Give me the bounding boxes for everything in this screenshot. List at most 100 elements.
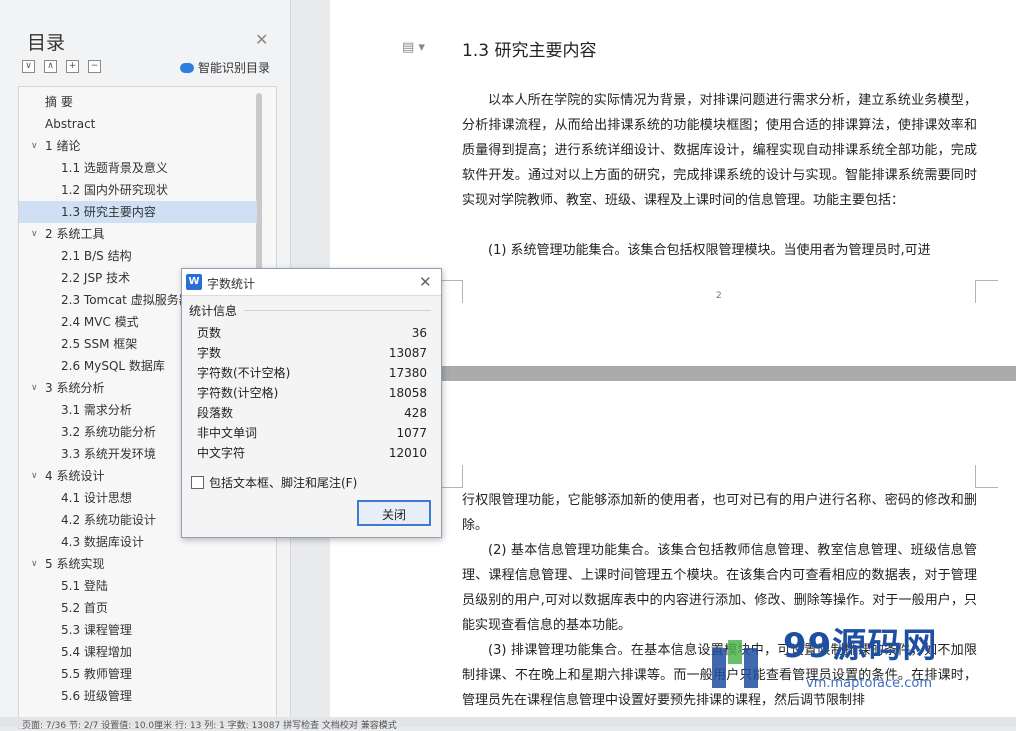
page-corner-mark bbox=[975, 465, 998, 488]
toc-item[interactable]: Abstract bbox=[19, 113, 257, 135]
chevron-down-icon[interactable]: ∨ bbox=[31, 465, 38, 487]
toc-item[interactable]: 2.1 B/S 结构 bbox=[19, 245, 257, 267]
watermark-url: vm.maptoface.com bbox=[806, 676, 933, 691]
toc-item-label: 1 绪论 bbox=[45, 139, 81, 153]
toc-item-label: 4.1 设计思想 bbox=[61, 491, 132, 505]
close-icon[interactable]: ✕ bbox=[419, 273, 432, 291]
toc-item[interactable]: 1.1 选题背景及意义 bbox=[19, 157, 257, 179]
page-number: 2 bbox=[716, 291, 722, 301]
dialog-title: 字数统计 bbox=[207, 277, 256, 291]
smart-recognize-button[interactable]: 智能识别目录 bbox=[180, 59, 270, 76]
toc-item[interactable]: 1.2 国内外研究现状 bbox=[19, 179, 257, 201]
toc-item-label: 1.1 选题背景及意义 bbox=[61, 161, 168, 175]
toc-item-label: 3.2 系统功能分析 bbox=[61, 425, 156, 439]
toc-item-label: 5.2 首页 bbox=[61, 601, 108, 615]
include-textbox-checkbox[interactable] bbox=[191, 476, 204, 489]
stats-group-label: 统计信息 bbox=[189, 304, 238, 318]
toc-item-label: 4 系统设计 bbox=[45, 469, 105, 483]
toc-item[interactable]: 5.5 教师管理 bbox=[19, 663, 257, 685]
toc-item-label: 5.1 登陆 bbox=[61, 579, 108, 593]
toc-item-label: 1.2 国内外研究现状 bbox=[61, 183, 168, 197]
chevron-down-icon[interactable]: ∨ bbox=[31, 377, 38, 399]
stat-label: 中文字符 bbox=[197, 446, 246, 460]
toc-item-label: 2.6 MySQL 数据库 bbox=[61, 359, 165, 373]
toc-item-label: 2.1 B/S 结构 bbox=[61, 249, 132, 263]
stat-row: 页数 36 bbox=[197, 323, 427, 343]
toc-item[interactable]: 5.4 课程增加 bbox=[19, 641, 257, 663]
document-icon[interactable]: ▤ ▾ bbox=[402, 40, 425, 55]
toc-item[interactable]: 1.3 研究主要内容 bbox=[19, 201, 257, 223]
word-count-dialog: W 字数统计 ✕ 统计信息 页数 36 字数 13087 字符数(不计空格) 17380 字… bbox=[181, 268, 442, 538]
include-textbox-label[interactable]: 包括文本框、脚注和尾注(F) bbox=[209, 474, 357, 491]
stat-value: 13087 bbox=[388, 346, 427, 360]
remove-icon[interactable]: − bbox=[88, 60, 101, 73]
collapse-all-icon[interactable]: ∨ bbox=[22, 60, 35, 73]
cloud-icon bbox=[180, 62, 194, 73]
wps-writer-icon: W bbox=[186, 274, 202, 290]
toc-item-label: 3.1 需求分析 bbox=[61, 403, 132, 417]
toc-item-label: 5 系统实现 bbox=[45, 557, 105, 571]
toc-item-label: 5.3 课程管理 bbox=[61, 623, 132, 637]
toc-toolbar: ∨ ∧ + − bbox=[22, 60, 101, 73]
toc-item-label: 2 系统工具 bbox=[45, 227, 105, 241]
page-corner-mark bbox=[440, 465, 463, 488]
stat-label: 非中文单词 bbox=[197, 426, 258, 440]
chevron-down-icon[interactable]: ∨ bbox=[31, 135, 38, 157]
toc-item-label: 1.3 研究主要内容 bbox=[61, 205, 156, 219]
chevron-down-icon[interactable]: ∨ bbox=[31, 223, 38, 245]
chevron-down-icon[interactable]: ∨ bbox=[31, 553, 38, 575]
paragraph: 行权限管理功能，它能够添加新的使用者，也可对已有的用户进行名称、密码的修改和删除… bbox=[462, 493, 977, 533]
toc-item[interactable]: 5.1 登陆 bbox=[19, 575, 257, 597]
stat-value: 18058 bbox=[388, 386, 427, 400]
stat-row: 非中文单词 1077 bbox=[197, 423, 427, 443]
status-text: 页面: 7/36 节: 2/7 设置值: 10.0厘米 行: 13 列: 1 字… bbox=[22, 721, 397, 731]
stat-label: 字符数(计空格) bbox=[197, 386, 279, 400]
toc-item[interactable]: 5.2 首页 bbox=[19, 597, 257, 619]
stat-row: 中文字符 12010 bbox=[197, 443, 427, 463]
add-icon[interactable]: + bbox=[66, 60, 79, 73]
toc-item-label: 5.4 课程增加 bbox=[61, 645, 132, 659]
toc-item-label: 2.2 JSP 技术 bbox=[61, 271, 131, 285]
watermark-logo-icon bbox=[712, 640, 758, 688]
toc-item-label: Abstract bbox=[45, 117, 96, 131]
toc-item[interactable]: 5.6 班级管理 bbox=[19, 685, 257, 707]
close-icon[interactable]: ✕ bbox=[255, 30, 268, 49]
toc-title: 目录 bbox=[27, 32, 66, 54]
page-corner-mark bbox=[975, 280, 998, 303]
stat-row: 字符数(不计空格) 17380 bbox=[197, 363, 427, 383]
stat-label: 页数 bbox=[197, 326, 222, 340]
toc-item-label: 摘 要 bbox=[45, 95, 73, 109]
stat-label: 段落数 bbox=[197, 406, 234, 420]
dialog-titlebar[interactable]: W 字数统计 ✕ bbox=[182, 269, 441, 296]
close-button[interactable]: 关闭 bbox=[357, 500, 431, 526]
toc-item-label: 5.5 教师管理 bbox=[61, 667, 132, 681]
divider bbox=[244, 310, 431, 311]
paragraph: (1) 系统管理功能集合。该集合包括权限管理模块。当使用者为管理员时,可进 bbox=[488, 243, 931, 258]
toc-item-label: 2.5 SSM 框架 bbox=[61, 337, 138, 351]
toc-item[interactable]: 摘 要 bbox=[19, 91, 257, 113]
stat-row: 字符数(计空格) 18058 bbox=[197, 383, 427, 403]
toc-item[interactable]: ∨ 2 系统工具 bbox=[19, 223, 257, 245]
watermark-text: 99源码网 bbox=[783, 626, 938, 666]
stat-value: 17380 bbox=[388, 366, 427, 380]
toc-item-label: 2.3 Tomcat 虚拟服务器 bbox=[61, 293, 191, 307]
toc-item-label: 3 系统分析 bbox=[45, 381, 105, 395]
toc-item-label: 4.2 系统功能设计 bbox=[61, 513, 156, 527]
stat-row: 段落数 428 bbox=[197, 403, 427, 423]
stat-label: 字符数(不计空格) bbox=[197, 366, 291, 380]
toc-item[interactable]: ∨ 5 系统实现 bbox=[19, 553, 257, 575]
section-heading: 1.3 研究主要内容 bbox=[462, 41, 597, 61]
page-corner-mark bbox=[440, 280, 463, 303]
toc-item[interactable]: ∨ 1 绪论 bbox=[19, 135, 257, 157]
toc-item-label: 5.6 班级管理 bbox=[61, 689, 132, 703]
stat-value: 12010 bbox=[388, 446, 427, 460]
stat-value: 36 bbox=[411, 326, 427, 340]
toc-item[interactable]: 5.3 课程管理 bbox=[19, 619, 257, 641]
toc-item-label: 3.3 系统开发环境 bbox=[61, 447, 156, 461]
smart-recognize-label: 智能识别目录 bbox=[198, 61, 271, 75]
stat-row: 字数 13087 bbox=[197, 343, 427, 363]
stat-label: 字数 bbox=[197, 346, 222, 360]
stat-value: 428 bbox=[404, 406, 427, 420]
toc-item-label: 4.3 数据库设计 bbox=[61, 535, 144, 549]
expand-up-icon[interactable]: ∧ bbox=[44, 60, 57, 73]
